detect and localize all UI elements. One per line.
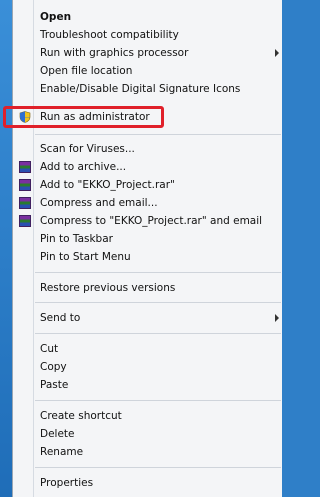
menu-separator [35, 333, 281, 334]
menu-item-send-to[interactable]: Send to [13, 309, 281, 327]
menu-item-create-shortcut[interactable]: Create shortcut [13, 407, 281, 425]
menu-item-enable-disable-digital-signature-icons[interactable]: Enable/Disable Digital Signature Icons [13, 80, 281, 98]
menu-item-label: Pin to Start Menu [40, 251, 131, 263]
menu-item-label: Run with graphics processor [40, 47, 189, 59]
submenu-arrow-icon [275, 314, 279, 322]
winrar-icon [19, 197, 31, 209]
menu-separator [35, 134, 281, 135]
menu-item-label: Enable/Disable Digital Signature Icons [40, 83, 241, 95]
menu-item-paste[interactable]: Paste [13, 376, 281, 394]
menu-item-scan-for-viruses[interactable]: Scan for Viruses... [13, 140, 281, 158]
menu-item-label: Add to archive... [40, 161, 127, 173]
menu-item-label: Restore previous versions [40, 282, 176, 294]
highlight-annotation [3, 106, 164, 128]
menu-item-label: Pin to Taskbar [40, 233, 113, 245]
menu-item-label: Paste [40, 379, 69, 391]
desktop-background [0, 0, 12, 497]
menu-item-label: Scan for Viruses... [40, 143, 135, 155]
menu-item-label: Delete [40, 428, 75, 440]
menu-item-label: Send to [40, 312, 81, 324]
menu-item-run-with-graphics-processor[interactable]: Run with graphics processor [13, 44, 281, 62]
menu-item-compress-to-ekko-project-rar-and-email[interactable]: Compress to "EKKO_Project.rar" and email [13, 212, 281, 230]
context-menu: Open Troubleshoot compatibility Run with… [12, 0, 282, 497]
menu-item-label: Troubleshoot compatibility [40, 29, 179, 41]
winrar-icon [19, 179, 31, 191]
winrar-icon [19, 161, 31, 173]
menu-item-restore-previous-versions[interactable]: Restore previous versions [13, 279, 281, 297]
menu-item-cut[interactable]: Cut [13, 340, 281, 358]
menu-item-label: Compress to "EKKO_Project.rar" and email [40, 215, 263, 227]
menu-item-label: Rename [40, 446, 84, 458]
menu-separator [35, 272, 281, 273]
menu-item-label: Open file location [40, 65, 133, 77]
menu-item-label: Copy [40, 361, 67, 373]
submenu-arrow-icon [275, 49, 279, 57]
menu-item-rename[interactable]: Rename [13, 443, 281, 461]
menu-item-add-to-ekko-project-rar[interactable]: Add to "EKKO_Project.rar" [13, 176, 281, 194]
menu-item-label: Cut [40, 343, 59, 355]
menu-item-pin-to-start-menu[interactable]: Pin to Start Menu [13, 248, 281, 266]
menu-item-open-file-location[interactable]: Open file location [13, 62, 281, 80]
menu-item-properties[interactable]: Properties [13, 474, 281, 492]
menu-separator [35, 400, 281, 401]
menu-item-label: Add to "EKKO_Project.rar" [40, 179, 175, 191]
menu-separator [35, 467, 281, 468]
menu-item-label: Create shortcut [40, 410, 122, 422]
menu-item-label: Open [40, 11, 72, 23]
menu-item-pin-to-taskbar[interactable]: Pin to Taskbar [13, 230, 281, 248]
menu-item-label: Compress and email... [40, 197, 158, 209]
menu-item-copy[interactable]: Copy [13, 358, 281, 376]
menu-item-open[interactable]: Open [13, 8, 281, 26]
menu-item-compress-and-email[interactable]: Compress and email... [13, 194, 281, 212]
menu-item-delete[interactable]: Delete [13, 425, 281, 443]
menu-item-label: Properties [40, 477, 94, 489]
winrar-icon [19, 215, 31, 227]
menu-item-troubleshoot-compatibility[interactable]: Troubleshoot compatibility [13, 26, 281, 44]
menu-separator [35, 302, 281, 303]
menu-item-add-to-archive[interactable]: Add to archive... [13, 158, 281, 176]
